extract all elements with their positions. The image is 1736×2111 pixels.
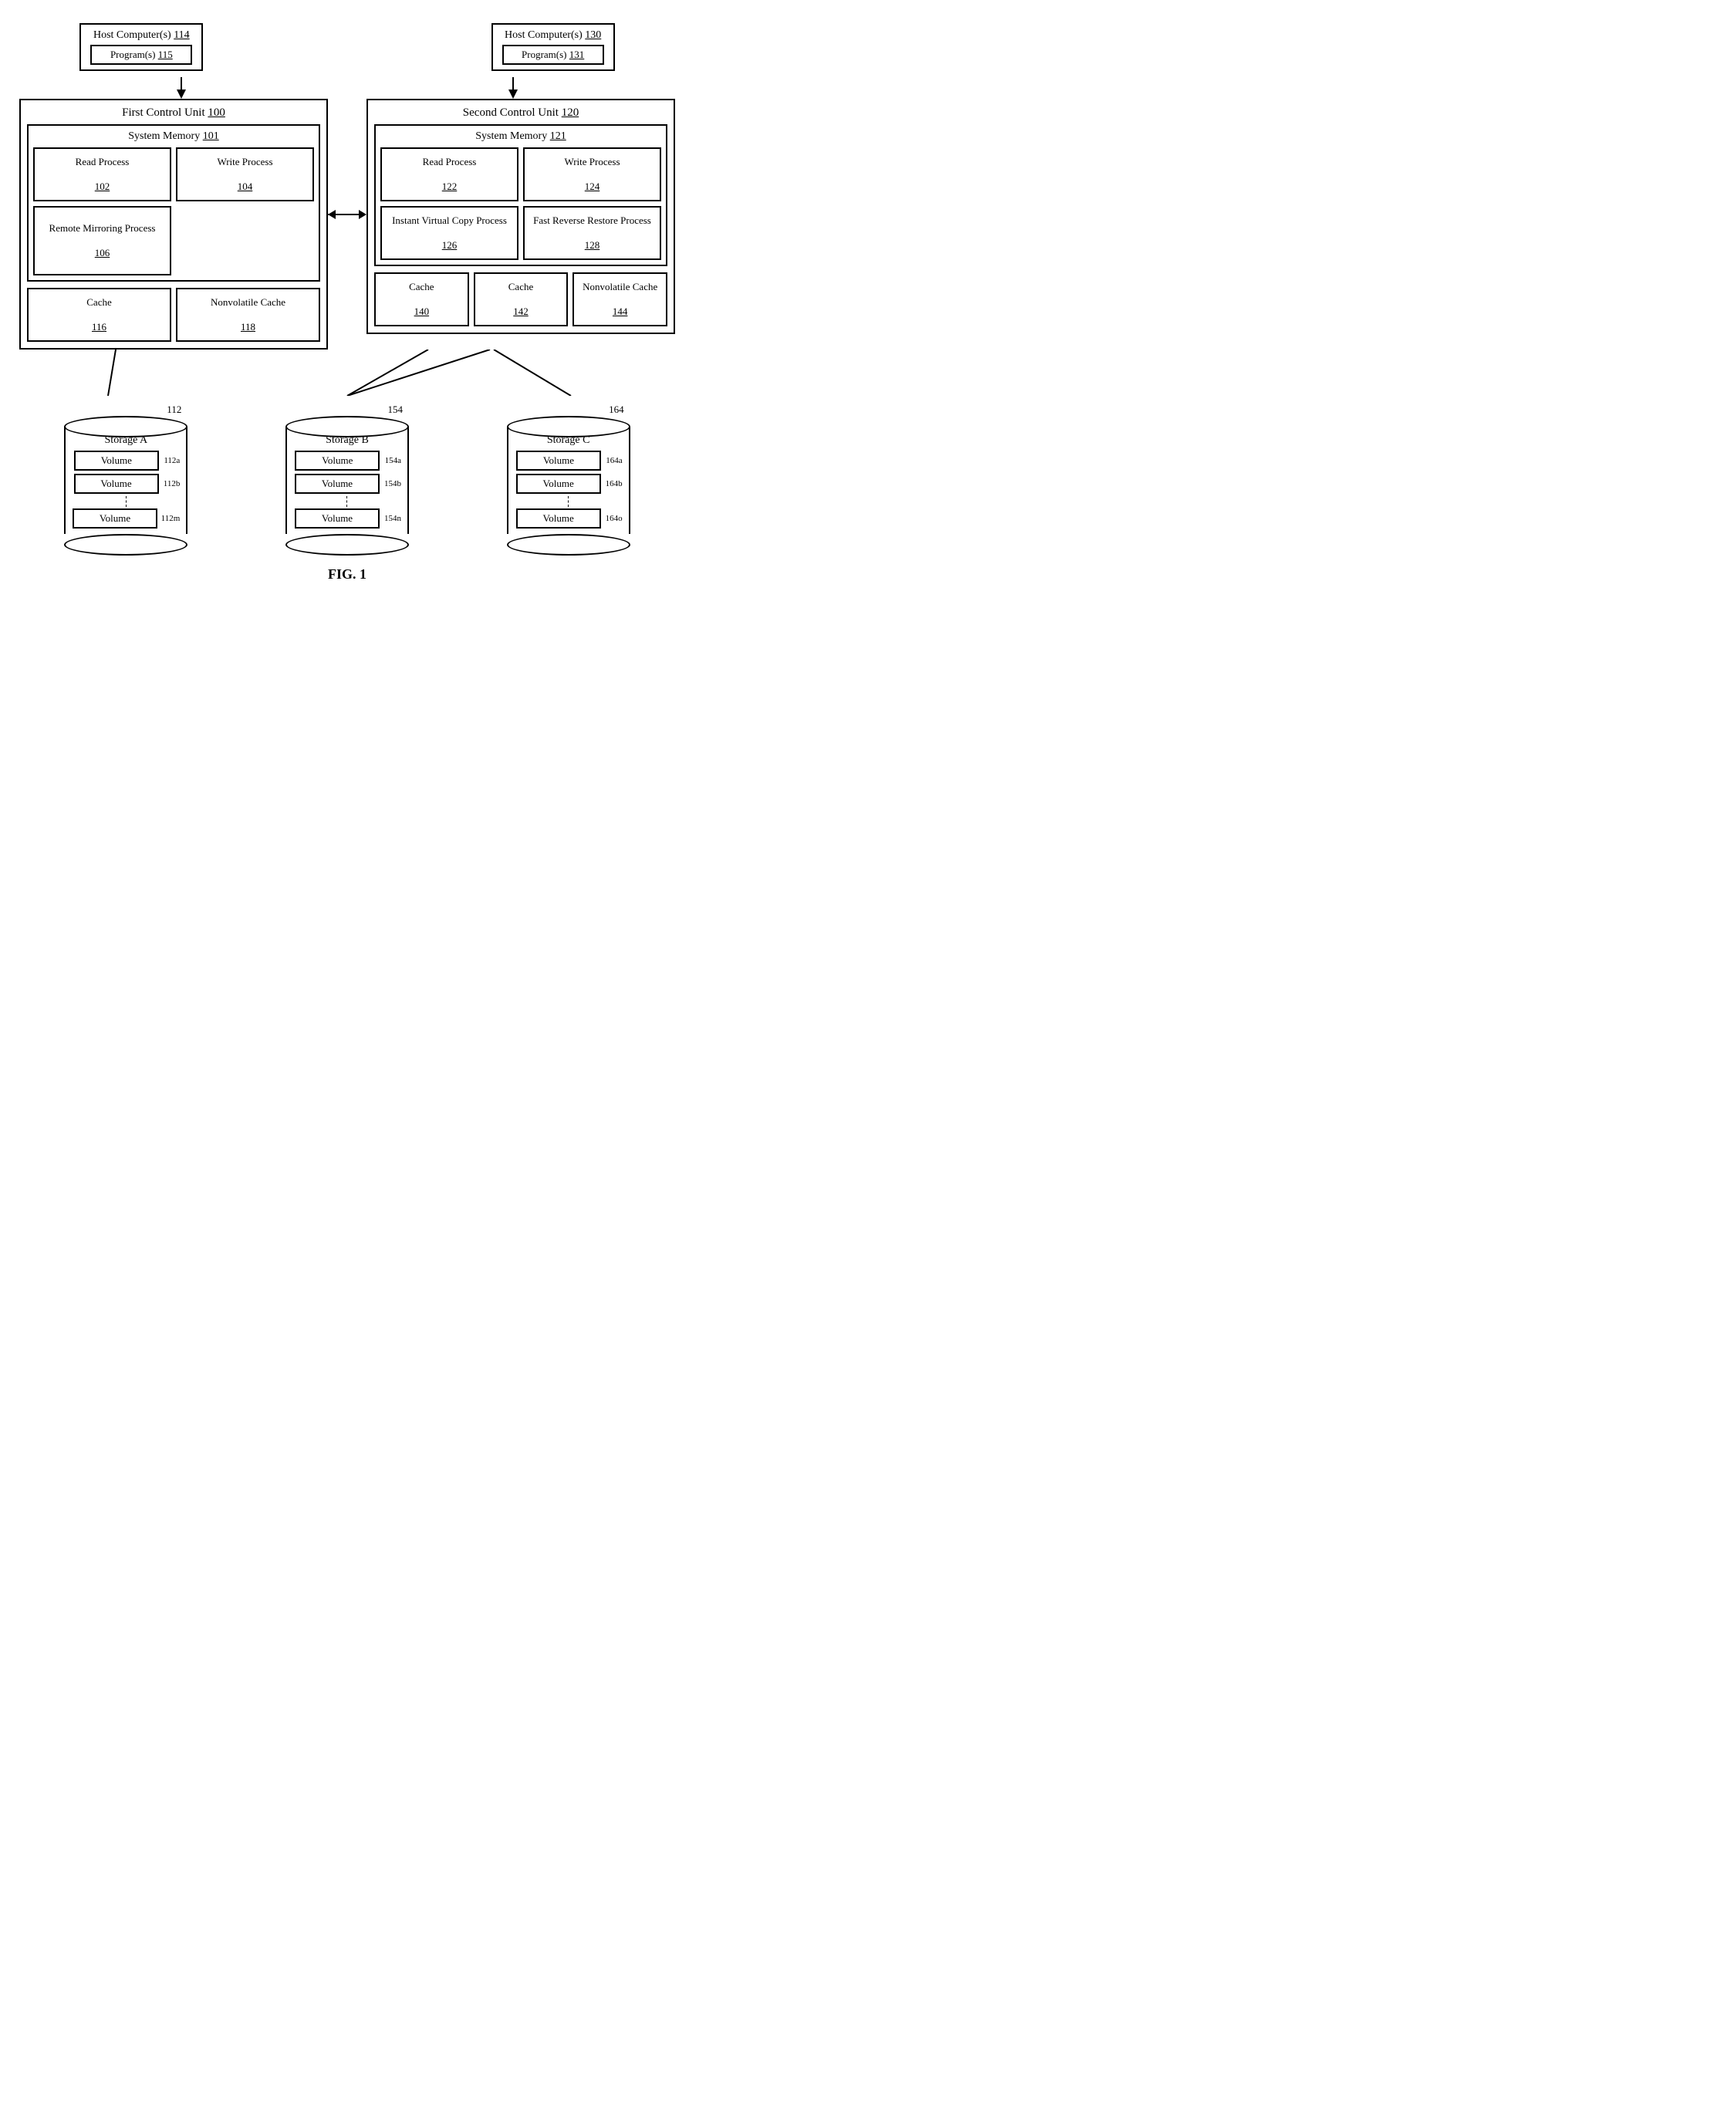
storageB-vol2-label: 154b [384,479,401,488]
storageC-vol1-label: 164a [606,456,622,465]
cu2-fast-reverse-process: Fast Reverse Restore Process 128 [523,206,661,260]
storageA-vol3-label: 112m [161,514,181,523]
storageB-container: 154 Storage B Volume 154a Volume 154b V [285,404,409,556]
cu2-sys-mem-title: System Memory 121 [380,130,661,143]
cu2-process-grid: Read Process 122 Write Process 124 Insta… [380,147,661,260]
cu2-write-process: Write Process 124 [523,147,661,201]
fig-label: FIG. 1 [328,566,366,583]
cu2: Second Control Unit 120 System Memory 12… [366,99,675,334]
storageB-body: Storage B Volume 154a Volume 154b Volume… [285,427,409,534]
cu1-read-process: Read Process 102 [33,147,171,201]
cu2-instant-copy-process: Instant Virtual Copy Process 126 [380,206,518,260]
storageC-top [507,416,630,437]
storageA-vol3-row: Volume 112m [72,508,180,529]
storageA-cylinder: Storage A Volume 112a Volume 112b Volume… [64,416,187,556]
cu1-remote-mirror-process: Remote Mirroring Process 106 [33,206,171,275]
cu2-cache142: Cache 142 [474,272,569,326]
cu1-cache: Cache 116 [27,288,171,342]
storageB-vol3-label: 154n [384,514,401,523]
storageB-vol2: Volume [295,474,380,494]
host2-box: Host Computer(s) 130 Program(s) 131 [491,23,615,71]
host1-label: Host Computer(s) 114 [90,29,192,42]
cu2-title: Second Control Unit 120 [374,106,667,120]
storageB-vol1: Volume [295,451,380,471]
cu2-nonvolatile-cache: Nonvolatile Cache 144 [572,272,667,326]
storageB-vol1-label: 154a [385,456,401,465]
storageC-vol3-row: Volume 164o [515,508,623,529]
cu1-sys-memory: System Memory 101 Read Process 102 Write… [27,124,320,282]
storageC-vol1-row: Volume 164a [515,450,623,471]
host2-label: Host Computer(s) 130 [502,29,604,42]
storageC-vol2-label: 164b [606,479,623,488]
storageA-dotted [126,496,127,507]
cu1-title: First Control Unit 100 [27,106,320,120]
storageB-bottom [285,534,409,556]
host-row: Host Computer(s) 114 Program(s) 115 Host… [15,23,679,71]
cu2-read-process: Read Process 122 [380,147,518,201]
storageB-vol1-row: Volume 154a [293,450,401,471]
connector-lines [15,350,679,396]
storageB-number-label: 154 [387,404,403,416]
host2-programs: Program(s) 131 [502,45,604,65]
cu-arrow [328,99,366,222]
storageA-vol2-row: Volume 112b [72,473,180,495]
storageA-vol1-label: 112a [164,456,180,465]
storageA-number-label: 112 [167,404,181,416]
storageB-vol2-row: Volume 154b [293,473,401,495]
cu2-sys-memory: System Memory 121 Read Process 122 Write… [374,124,667,266]
storageC-vol1: Volume [516,451,601,471]
cu2-cache-row: Cache 140 Cache 142 Nonvolatile Cache 14… [374,272,667,326]
storageB-vol3: Volume [295,508,380,529]
storageA-vol1: Volume [74,451,159,471]
storageC-vol3-label: 164o [606,514,623,523]
storageC-vol3: Volume [516,508,601,529]
arrow1 [174,77,189,99]
storageB-top [285,416,409,437]
storageC-body: Storage C Volume 164a Volume 164b Volume… [507,427,630,534]
storage-section: 112 Storage A Volume 112a Volume 112b V [15,404,679,556]
cu1-cache-row: Cache 116 Nonvolatile Cache 118 [27,288,320,342]
storageB-dotted [346,496,347,507]
storageC-dotted [568,496,569,507]
cu-row: First Control Unit 100 System Memory 101… [15,99,679,350]
arrow2 [505,77,521,99]
cu2-cache140: Cache 140 [374,272,469,326]
cu1: First Control Unit 100 System Memory 101… [19,99,328,350]
storageA-container: 112 Storage A Volume 112a Volume 112b V [64,404,187,556]
main-diagram: Host Computer(s) 114 Program(s) 115 Host… [15,23,679,583]
storageA-body: Storage A Volume 112a Volume 112b Volume… [64,427,187,534]
storageA-vol3: Volume [73,508,157,529]
arrows-row [15,77,679,99]
cu1-sys-mem-title: System Memory 101 [33,130,314,143]
storageA-top [64,416,187,437]
storageC-container: 164 Storage C Volume 164a Volume 164b V [507,404,630,556]
host1-box: Host Computer(s) 114 Program(s) 115 [79,23,203,71]
storageB-cylinder: Storage B Volume 154a Volume 154b Volume… [285,416,409,556]
host1-programs: Program(s) 115 [90,45,192,65]
cu1-nonvolatile-cache: Nonvolatile Cache 118 [176,288,320,342]
storageC-vol2-row: Volume 164b [515,473,623,495]
storageA-vol2-label: 112b [164,479,181,488]
cu1-process-grid: Read Process 102 Write Process 104 Remot… [33,147,314,275]
storageA-vol1-row: Volume 112a [72,450,180,471]
storageA-bottom [64,534,187,556]
storageC-vol2: Volume [516,474,601,494]
storageA-vol2: Volume [74,474,159,494]
storageC-cylinder: Storage C Volume 164a Volume 164b Volume… [507,416,630,556]
storageC-number-label: 164 [609,404,624,416]
storageC-bottom [507,534,630,556]
storageB-vol3-row: Volume 154n [293,508,401,529]
cu1-write-process: Write Process 104 [176,147,314,201]
